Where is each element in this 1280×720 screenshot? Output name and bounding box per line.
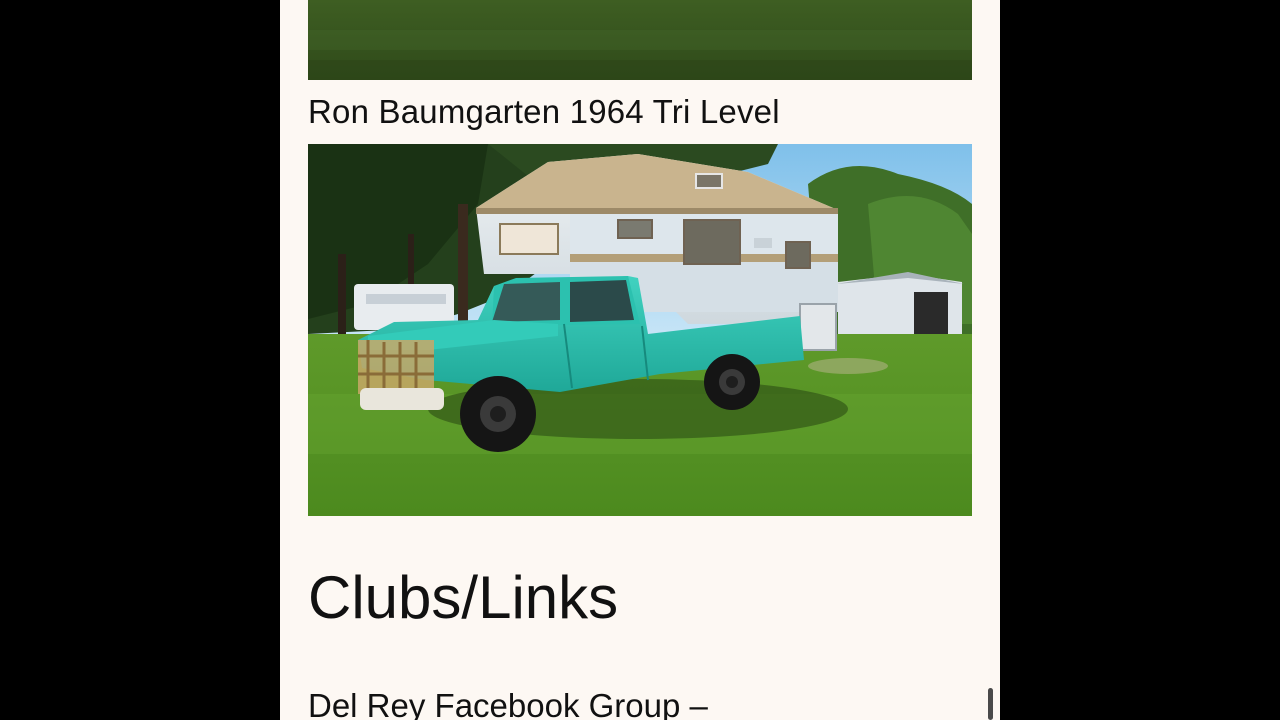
right-letterbox <box>1000 0 1280 720</box>
del-rey-facebook-group-link[interactable]: Del Rey Facebook Group – <box>308 684 708 720</box>
scrollbar-thumb[interactable] <box>988 688 993 720</box>
camper-truck-photo[interactable] <box>308 144 972 516</box>
photo-caption: Ron Baumgarten 1964 Tri Level <box>308 93 780 130</box>
left-letterbox <box>0 0 280 720</box>
web-page[interactable]: Ron Baumgarten 1964 Tri Level Clubs/Link… <box>280 0 1000 720</box>
previous-camper-photo[interactable] <box>308 0 972 80</box>
clubs-links-heading: Clubs/Links <box>308 564 619 631</box>
